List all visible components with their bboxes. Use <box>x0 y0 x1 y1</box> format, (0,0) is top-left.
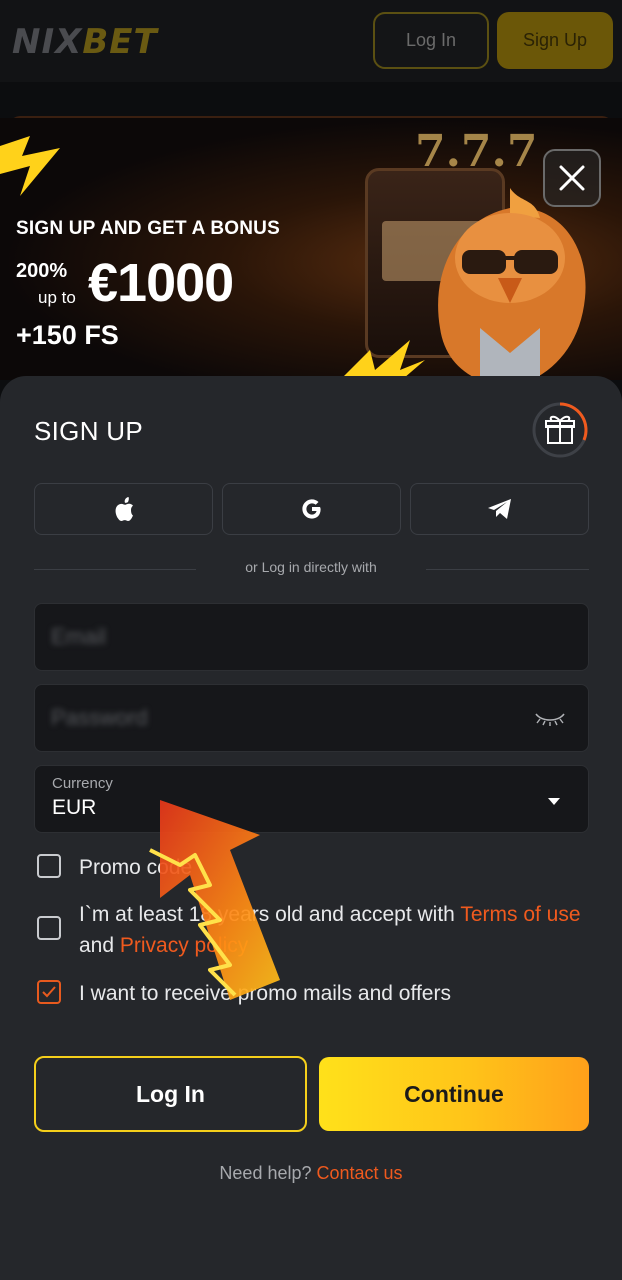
promo-code-checkbox[interactable] <box>37 854 61 878</box>
password-input[interactable] <box>51 685 521 751</box>
lightning-decor <box>0 136 60 196</box>
nixbet-logo[interactable]: NIXBET <box>12 22 158 62</box>
email-field[interactable] <box>34 603 589 671</box>
apple-icon <box>115 497 133 521</box>
currency-label: Currency <box>52 775 113 792</box>
terms-of-use-link[interactable]: Terms of use <box>460 903 580 926</box>
google-icon <box>301 499 321 519</box>
bonus-percent: 200% <box>16 260 68 282</box>
site-header: NIXBET Log In Sign Up <box>0 0 622 82</box>
close-button[interactable] <box>543 149 601 207</box>
help-line: Need help? Contact us <box>0 1163 622 1184</box>
bonus-banner: 7.7.7 SIGN UP AND GET A BONUS 200% up to… <box>0 118 622 380</box>
bonus-amount: €1000 <box>88 253 234 313</box>
logo-text-bet: BET <box>82 22 158 62</box>
eye-closed-icon[interactable] <box>534 711 566 727</box>
google-login-button[interactable] <box>222 483 401 535</box>
continue-button[interactable]: Continue <box>319 1057 589 1131</box>
lightning-decor <box>340 340 425 380</box>
banner-title: SIGN UP AND GET A BONUS <box>16 218 280 239</box>
bonus-free-spins: +150 FS <box>16 320 119 350</box>
logo-text-nix: NIX <box>12 22 83 62</box>
bonus-gift-button[interactable] <box>530 400 590 460</box>
pointer-arrow-overlay <box>149 800 280 1000</box>
promo-mails-checkbox[interactable] <box>37 980 61 1004</box>
phoenix-mascot-image <box>438 188 586 380</box>
currency-value: EUR <box>52 796 97 819</box>
apple-login-button[interactable] <box>34 483 213 535</box>
checkmark-icon <box>42 986 56 998</box>
login-button[interactable]: Log In <box>34 1056 307 1132</box>
bonus-up-to: up to <box>38 288 76 307</box>
chevron-down-icon <box>548 798 560 805</box>
and-text: and <box>79 934 120 957</box>
age-terms-checkbox[interactable] <box>37 916 61 940</box>
password-field[interactable] <box>34 684 589 752</box>
telegram-login-button[interactable] <box>410 483 589 535</box>
signup-title: SIGN UP <box>34 416 144 446</box>
signup-sheet: SIGN UP or Log in directly with Email Cu… <box>0 376 622 1280</box>
help-text: Need help? <box>219 1163 312 1183</box>
divider-right <box>426 569 589 570</box>
close-icon <box>559 165 585 191</box>
email-input[interactable] <box>51 604 521 670</box>
gift-icon <box>532 402 588 458</box>
telegram-icon <box>487 499 511 519</box>
divider-text: or Log in directly with <box>245 559 377 575</box>
header-login-button[interactable]: Log In <box>373 12 489 69</box>
currency-select[interactable]: Currency EUR <box>34 765 589 833</box>
contact-us-link[interactable]: Contact us <box>317 1163 403 1183</box>
header-signup-button[interactable]: Sign Up <box>497 12 613 69</box>
